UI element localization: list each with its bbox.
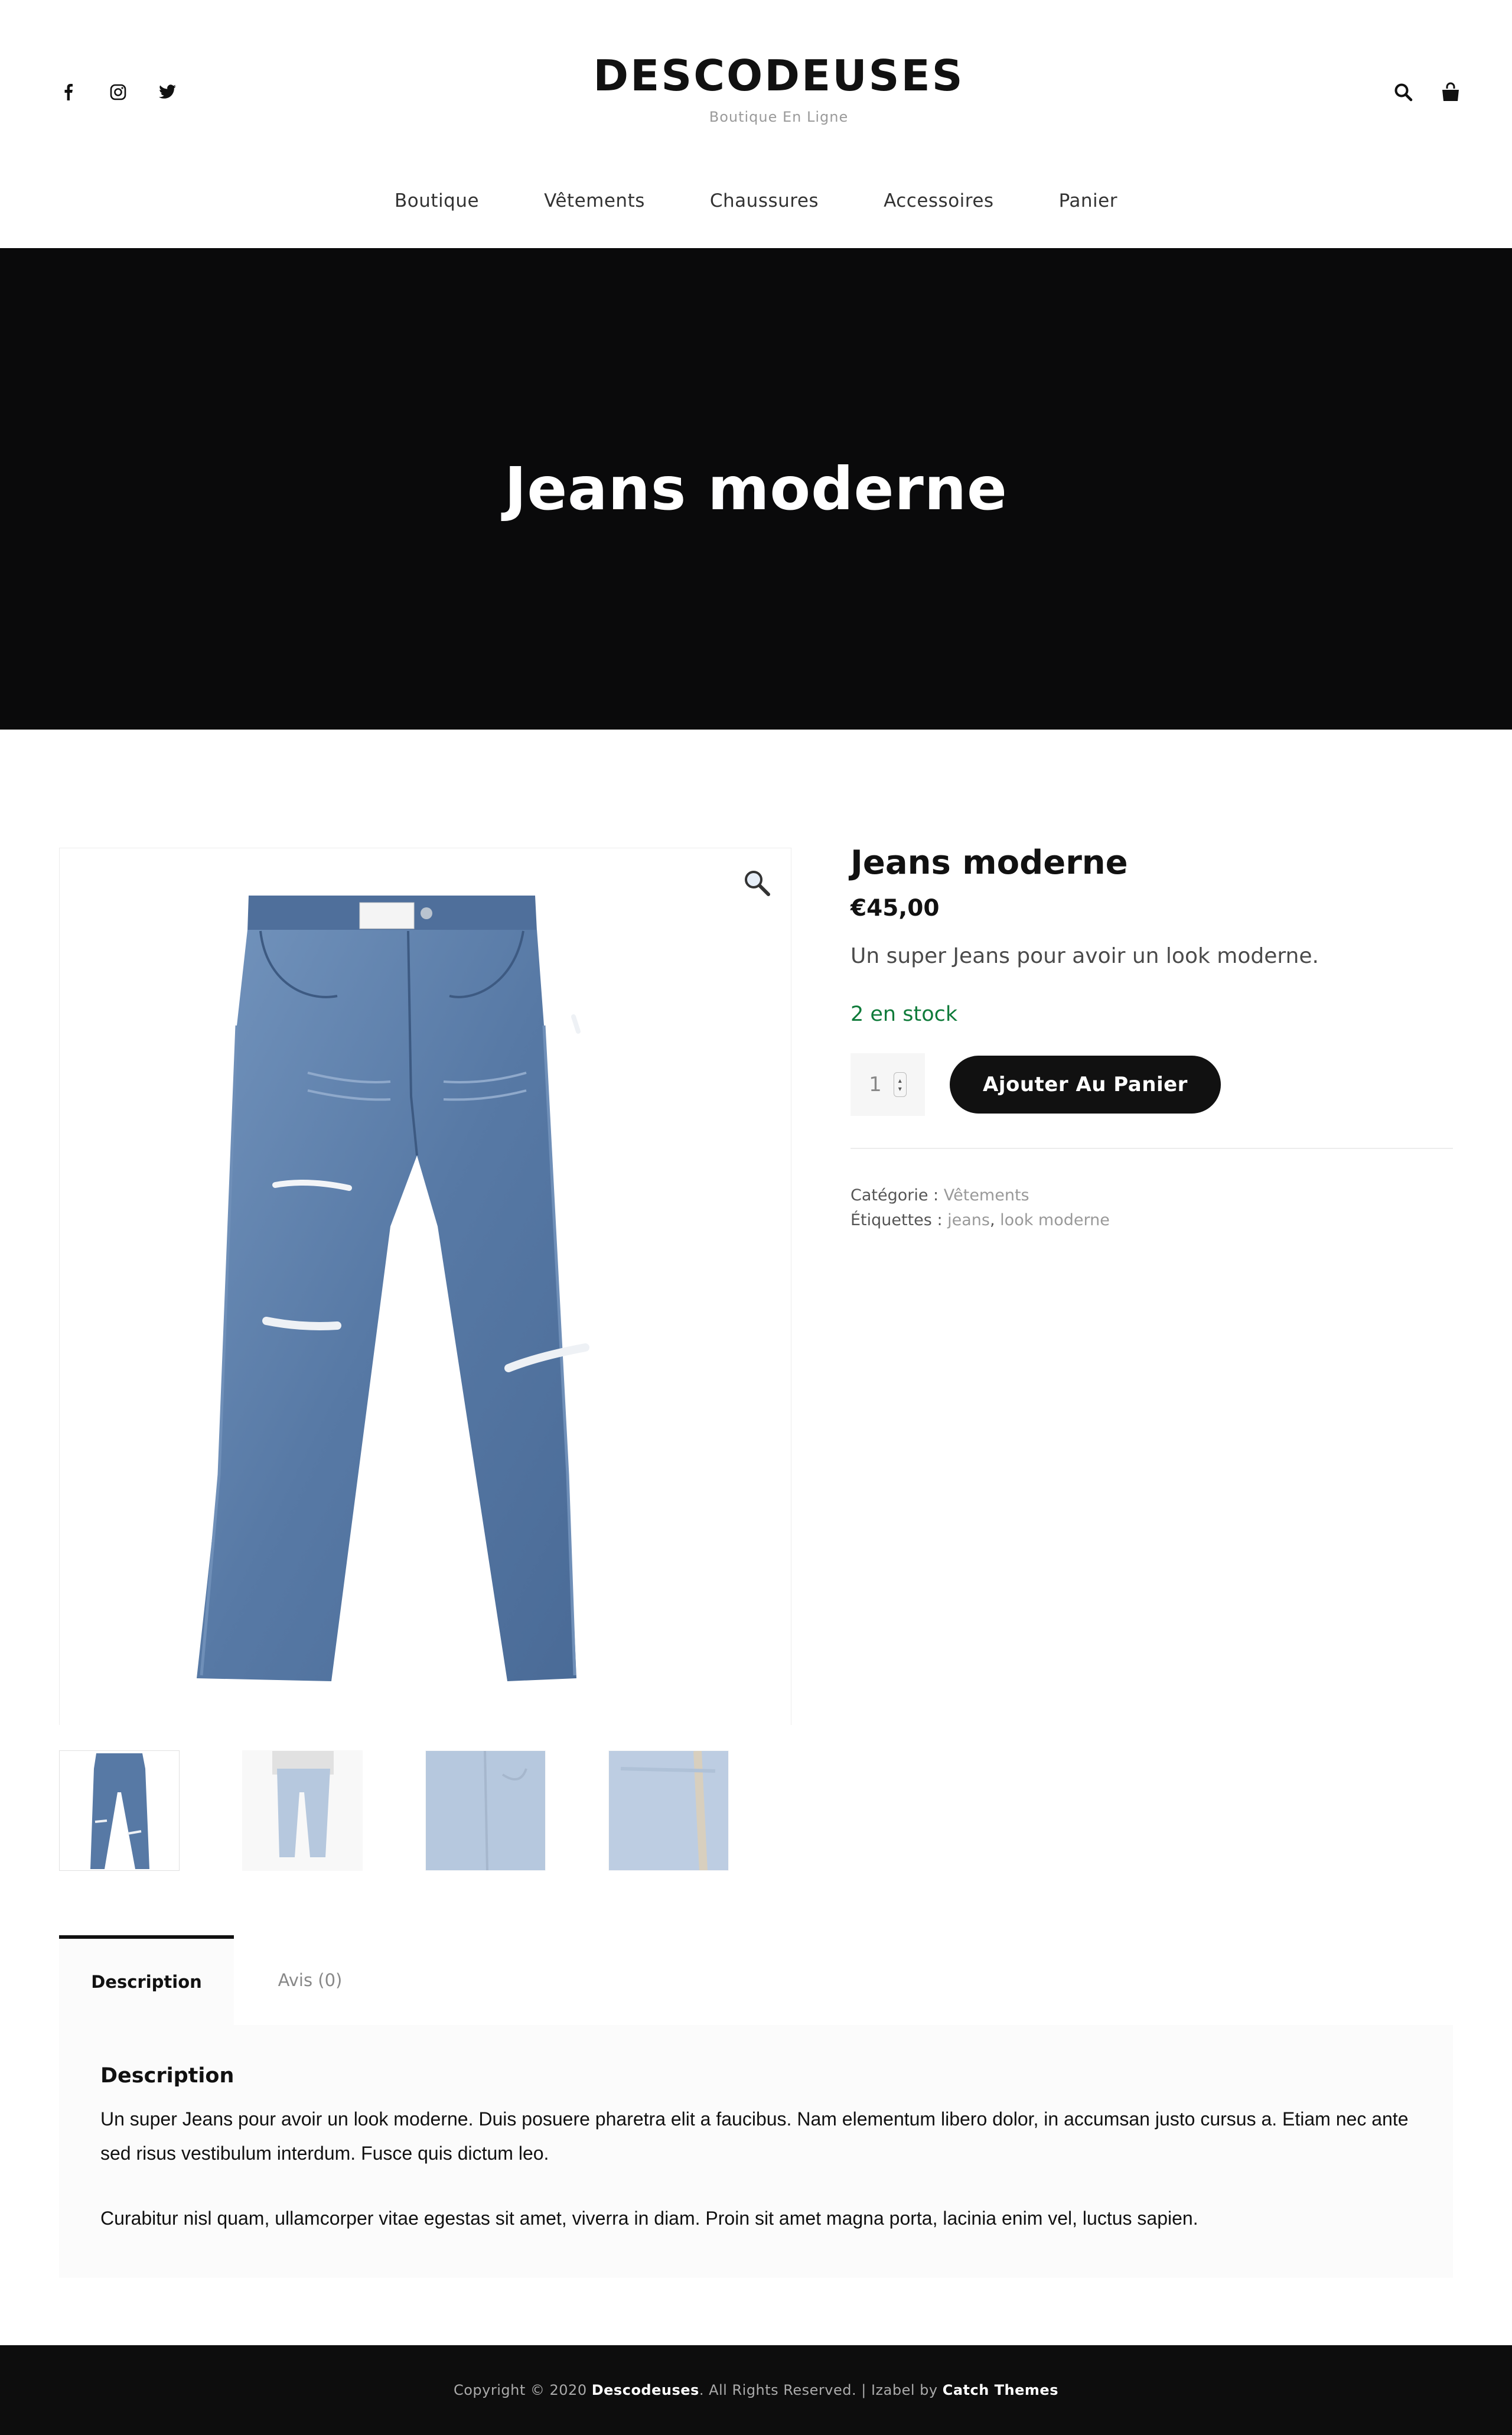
tab-description[interactable]: Description bbox=[59, 1935, 234, 2025]
nav-item-boutique[interactable]: Boutique bbox=[395, 190, 479, 211]
tag-separator: , bbox=[989, 1211, 995, 1229]
description-panel: Description Un super Jeans pour avoir un… bbox=[59, 2025, 1453, 2278]
add-to-cart-button[interactable]: Ajouter Au Panier bbox=[950, 1056, 1221, 1114]
quantity-value[interactable]: 1 bbox=[869, 1073, 882, 1096]
site-tagline: Boutique En Ligne bbox=[709, 109, 849, 125]
product-main-image[interactable] bbox=[59, 848, 791, 1725]
nav-item-panier[interactable]: Panier bbox=[1059, 190, 1117, 211]
main-navigation: Boutique Vêtements Chaussures Accessoire… bbox=[0, 190, 1512, 211]
tags-row: Étiquettes : jeans, look moderne bbox=[850, 1208, 1453, 1233]
product-thumbnails bbox=[59, 1750, 729, 1871]
product-tabs: Description Avis (0) bbox=[59, 1935, 386, 2025]
nav-item-chaussures[interactable]: Chaussures bbox=[710, 190, 819, 211]
product-meta: Catégorie : Vêtements Étiquettes : jeans… bbox=[850, 1183, 1453, 1233]
category-link[interactable]: Vêtements bbox=[944, 1186, 1029, 1205]
footer-brand-link[interactable]: Descodeuses bbox=[592, 2382, 699, 2398]
thumbnail-2[interactable] bbox=[242, 1750, 363, 1871]
tags-label: Étiquettes : bbox=[850, 1211, 943, 1229]
quantity-spinner-icon[interactable]: ▴ ▾ bbox=[893, 1072, 907, 1097]
product-summary: Jeans moderne €45,00 Un super Jeans pour… bbox=[850, 844, 1453, 1233]
jeans-image bbox=[197, 896, 589, 1681]
stock-status: 2 en stock bbox=[850, 1002, 958, 1026]
cart-icon[interactable] bbox=[1440, 82, 1461, 103]
search-icon[interactable] bbox=[1393, 82, 1414, 103]
page-hero: Jeans moderne bbox=[0, 248, 1512, 730]
summary-divider bbox=[850, 1148, 1453, 1149]
category-label: Catégorie : bbox=[850, 1186, 939, 1205]
thumbnail-1[interactable] bbox=[59, 1750, 180, 1871]
site-branding: DESCODEUSES Boutique En Ligne bbox=[0, 51, 1512, 125]
site-title[interactable]: DESCODEUSES bbox=[0, 51, 1512, 100]
description-heading: Description bbox=[100, 2064, 234, 2088]
footer-copyright: Copyright © 2020 Descodeuses. All Rights… bbox=[454, 2382, 1058, 2398]
tag-link-jeans[interactable]: jeans bbox=[947, 1211, 990, 1229]
add-to-cart-form: 1 ▴ ▾ Ajouter Au Panier bbox=[850, 1053, 1453, 1116]
product-price: €45,00 bbox=[850, 895, 940, 922]
category-row: Catégorie : Vêtements bbox=[850, 1183, 1453, 1208]
description-paragraph-2: Curabitur nisl quam, ullamcorper vitae e… bbox=[100, 2208, 1198, 2229]
nav-item-vetements[interactable]: Vêtements bbox=[544, 190, 645, 211]
thumbnail-4[interactable] bbox=[608, 1750, 729, 1871]
footer-rights: . All Rights Reserved. | Izabel by bbox=[699, 2382, 938, 2398]
nav-item-accessoires[interactable]: Accessoires bbox=[884, 190, 994, 211]
zoom-magnifier-icon[interactable] bbox=[742, 868, 771, 897]
footer-theme-link[interactable]: Catch Themes bbox=[943, 2382, 1058, 2398]
product-short-description: Un super Jeans pour avoir un look modern… bbox=[850, 944, 1319, 968]
copyright-prefix: Copyright © 2020 bbox=[453, 2382, 587, 2398]
quantity-stepper[interactable]: 1 ▴ ▾ bbox=[850, 1053, 925, 1116]
thumbnail-3[interactable] bbox=[425, 1750, 546, 1871]
description-paragraph-1: Un super Jeans pour avoir un look modern… bbox=[100, 2108, 1409, 2164]
header-actions bbox=[1393, 82, 1461, 103]
product-title: Jeans moderne bbox=[850, 844, 1128, 882]
tab-reviews[interactable]: Avis (0) bbox=[234, 1935, 386, 2025]
hero-title: Jeans moderne bbox=[504, 454, 1008, 523]
site-footer: Copyright © 2020 Descodeuses. All Rights… bbox=[0, 2345, 1512, 2435]
tag-link-look-moderne[interactable]: look moderne bbox=[1000, 1211, 1110, 1229]
site-header: DESCODEUSES Boutique En Ligne Boutique V… bbox=[0, 0, 1512, 248]
